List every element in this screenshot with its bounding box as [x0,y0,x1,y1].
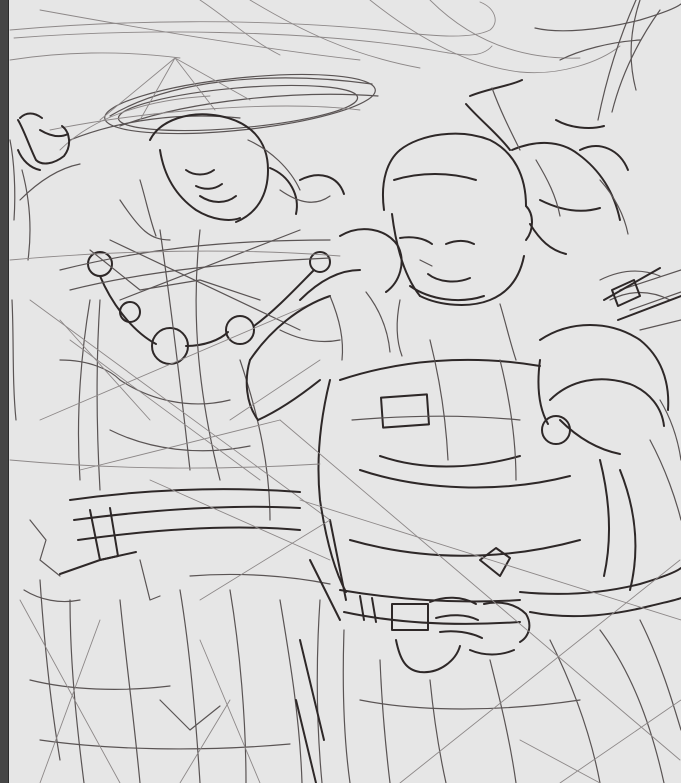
construction-lines [9,250,341,601]
drawing-app-window [0,0,681,783]
background-strokes [9,0,621,74]
left-panel-edge[interactable] [0,0,9,783]
sketch-artwork [9,0,681,783]
right-figure-sketch [245,79,681,783]
background-swirl-strokes [534,0,681,121]
drawing-canvas[interactable] [9,0,681,783]
